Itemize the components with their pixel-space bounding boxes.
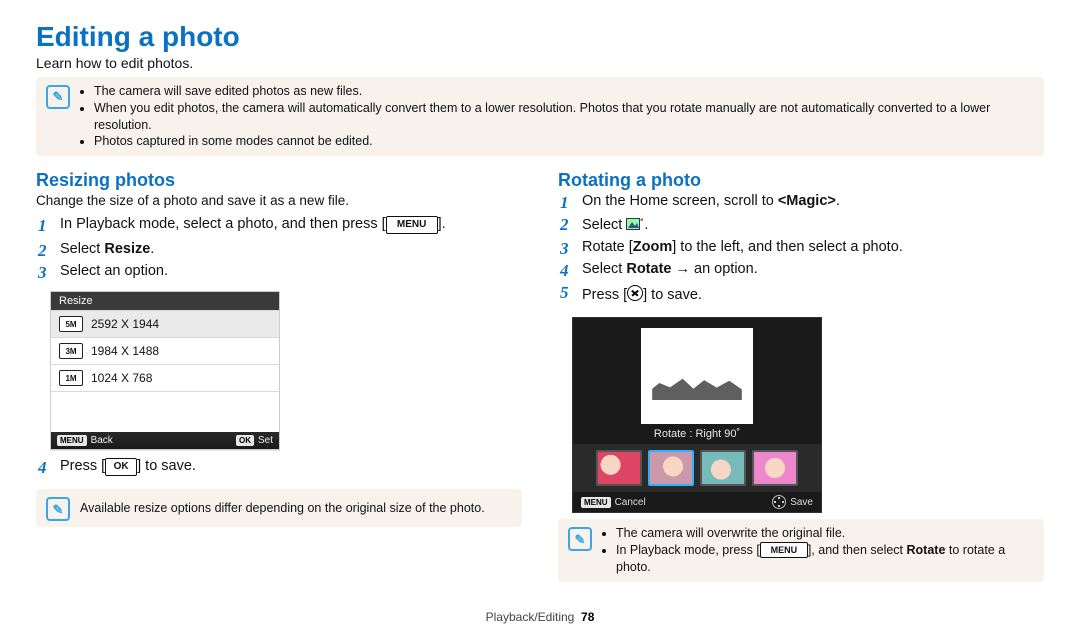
- resize-step-1: In Playback mode, select a photo, and th…: [36, 216, 522, 241]
- menu-button-icon: MENU: [760, 542, 808, 558]
- menu-button-icon: MENU: [386, 216, 438, 234]
- resize-heading: Resizing photos: [36, 170, 522, 191]
- rotate-thumb-3: [700, 450, 746, 486]
- shutter-icon: [627, 285, 643, 301]
- rotate-option-label: Rotate : Right 90˚: [573, 428, 821, 444]
- rotate-thumb-2: [648, 450, 694, 486]
- resize-row-2: 3M 1984 X 1488: [51, 337, 279, 364]
- rotate-step-3: Rotate [Zoom] to the left, and then sele…: [558, 239, 1044, 261]
- resize-row-3: 1M 1024 X 768: [51, 364, 279, 391]
- intro-text: Learn how to edit photos.: [36, 55, 1044, 71]
- rotate-thumb-4: [752, 450, 798, 486]
- resize-step-3: Select an option.: [36, 263, 522, 285]
- resize-ui-mock: Resize 5M 2592 X 1944 3M 1984 X 1488 1M …: [50, 291, 280, 450]
- resize-row-3-label: 1024 X 768: [91, 371, 152, 385]
- rotate-ui-footer: MENUCancel Save: [573, 492, 821, 512]
- mp-badge-3m: 3M: [59, 343, 83, 359]
- rotate-thumb-1: [596, 450, 642, 486]
- rotate-note-2: In Playback mode, press [MENU], and then…: [616, 542, 1034, 576]
- mp-badge-5m: 5M: [59, 316, 83, 332]
- resize-row-2-label: 1984 X 1488: [91, 344, 159, 358]
- resize-row-1: 5M 2592 X 1944: [51, 310, 279, 337]
- top-note-2: When you edit photos, the camera will au…: [94, 100, 1034, 134]
- ok-mini-icon: OK: [236, 435, 254, 446]
- resize-row-1-label: 2592 X 1944: [91, 317, 159, 331]
- rotate-step-2: Select .: [558, 215, 1044, 239]
- edit-photo-icon: [626, 217, 644, 231]
- rotate-step-5: Press [] to save.: [558, 283, 1044, 309]
- note-icon: ✎: [46, 497, 70, 521]
- rotate-thumbs: [573, 444, 821, 492]
- rotate-ui-mock: Rotate : Right 90˚ MENUCancel Save: [572, 317, 822, 513]
- rotate-step-1: On the Home screen, scroll to <Magic>.: [558, 193, 1044, 215]
- page-title: Editing a photo: [36, 22, 1044, 53]
- resize-ui-title: Resize: [51, 292, 279, 310]
- top-note-1: The camera will save edited photos as ne…: [94, 83, 1034, 100]
- resize-note-box: ✎ Available resize options differ depend…: [36, 489, 522, 527]
- right-column: Rotating a photo On the Home screen, scr…: [558, 170, 1044, 582]
- rotate-note-box: ✎ The camera will overwrite the original…: [558, 519, 1044, 582]
- dial-icon: [772, 495, 786, 509]
- page-footer: Playback/Editing 78: [0, 610, 1080, 624]
- note-icon: ✎: [46, 85, 70, 109]
- rotate-note-1: The camera will overwrite the original f…: [616, 525, 1034, 542]
- resize-note-text: Available resize options differ dependin…: [80, 500, 485, 517]
- top-note-3: Photos captured in some modes cannot be …: [94, 133, 1034, 150]
- menu-mini-icon: MENU: [57, 435, 87, 446]
- note-icon: ✎: [568, 527, 592, 551]
- rotate-step-4: Select Rotate → an option.: [558, 261, 1044, 283]
- top-note-box: ✎ The camera will save edited photos as …: [36, 77, 1044, 157]
- menu-mini-icon: MENU: [581, 497, 611, 508]
- ok-button-icon: OK: [105, 458, 137, 476]
- rotate-preview-image: [641, 328, 753, 424]
- resize-ui-footer: MENUBack OKSet: [51, 432, 279, 449]
- resize-desc: Change the size of a photo and save it a…: [36, 193, 522, 208]
- mp-badge-1m: 1M: [59, 370, 83, 386]
- resize-step-2: Select Resize.: [36, 241, 522, 263]
- left-column: Resizing photos Change the size of a pho…: [36, 170, 522, 582]
- rotate-heading: Rotating a photo: [558, 170, 1044, 191]
- resize-step-4: Press [OK] to save.: [36, 458, 522, 483]
